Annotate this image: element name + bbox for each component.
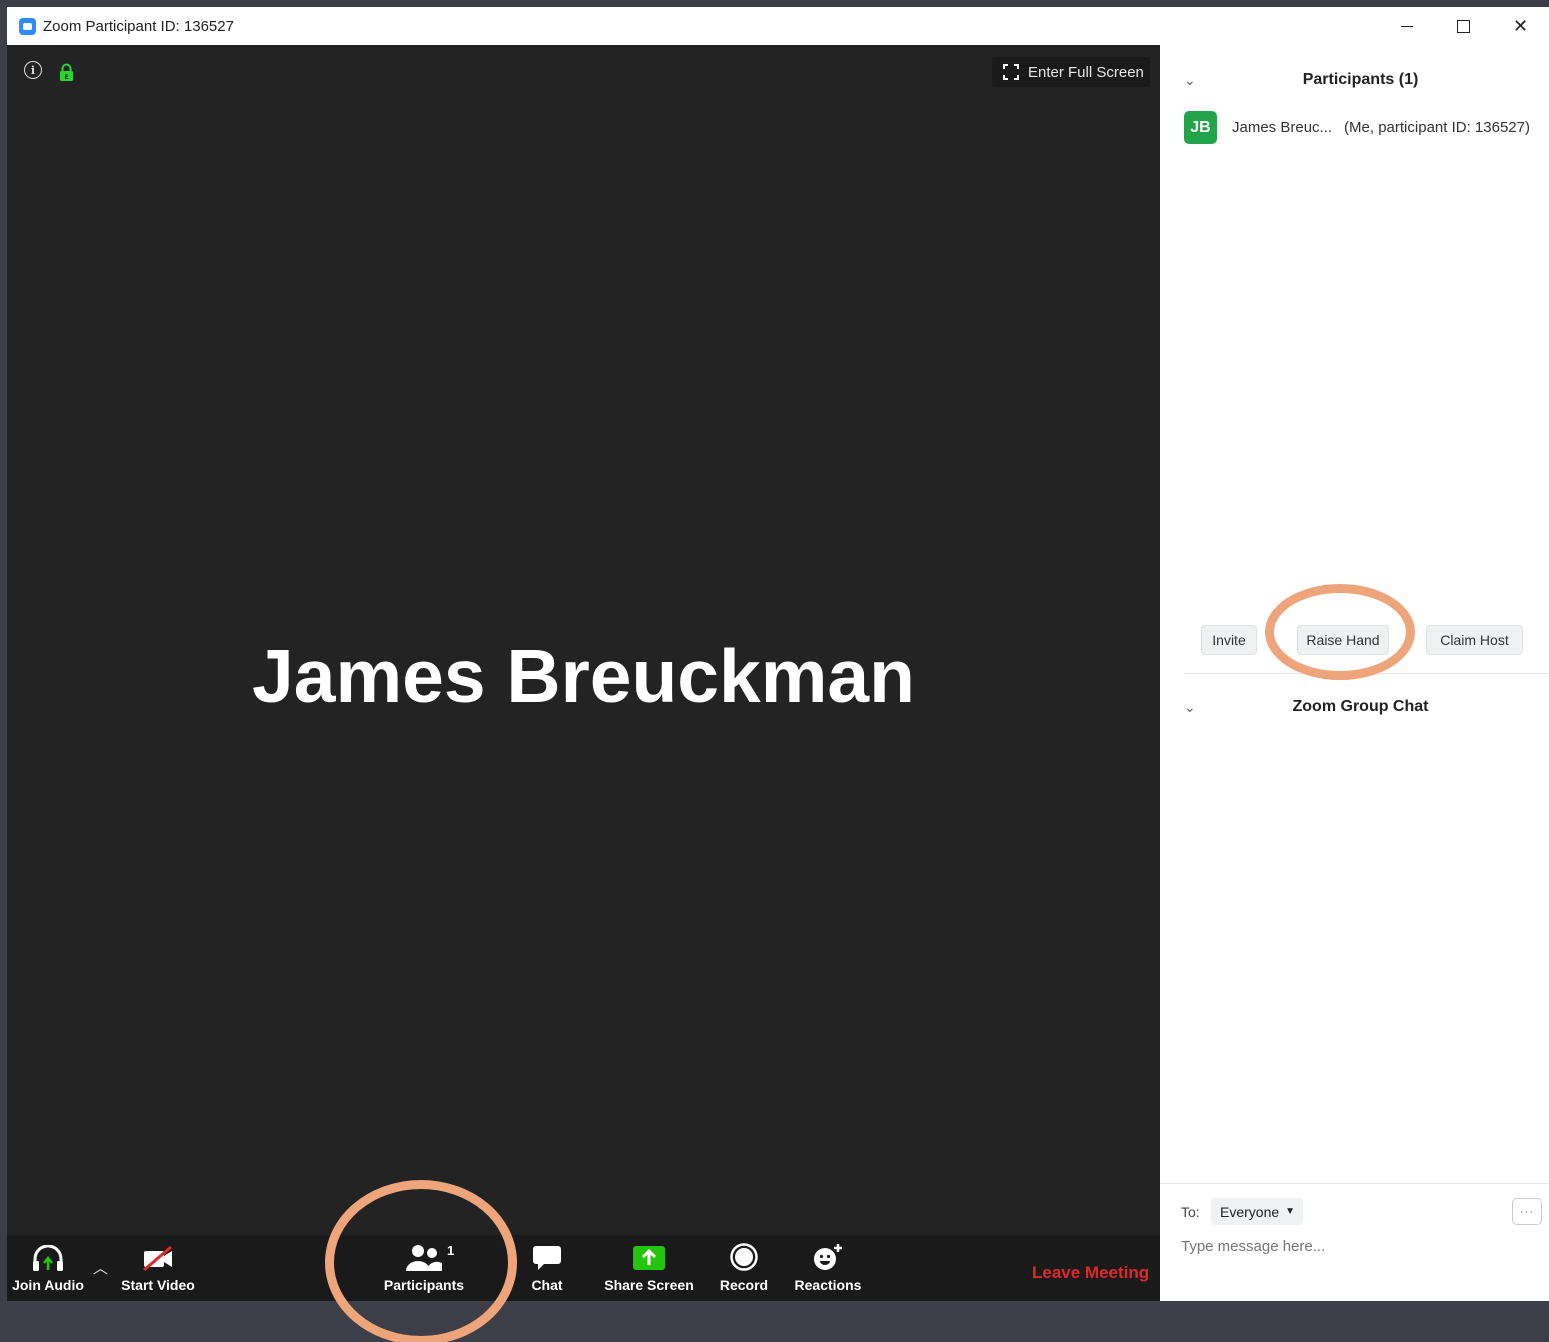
chat-button[interactable]: Chat [524, 1235, 570, 1301]
claim-host-button[interactable]: Claim Host [1426, 625, 1523, 655]
fullscreen-icon [1003, 64, 1019, 80]
participants-panel-title: Participants (1) [1302, 71, 1419, 88]
invite-button[interactable]: Invite [1201, 625, 1257, 655]
record-icon [730, 1243, 758, 1271]
more-options-button[interactable]: ··· [1512, 1198, 1542, 1225]
close-button[interactable]: ✕ [1492, 7, 1549, 45]
audio-options-caret-icon[interactable]: ︿ [93, 1257, 108, 1278]
share-screen-button[interactable]: Share Screen [604, 1235, 694, 1301]
participant-name: James Breuc... [1232, 119, 1333, 136]
chat-label: Chat [531, 1277, 563, 1293]
group-chat-title: Zoom Group Chat [1292, 698, 1429, 715]
participants-highlight-ring [325, 1180, 517, 1342]
window-controls: ✕ [1378, 7, 1549, 45]
maximize-button[interactable] [1435, 7, 1492, 45]
video-off-icon [143, 1245, 172, 1271]
info-icon[interactable]: i [24, 61, 42, 79]
participant-row[interactable]: JB James Breuc... (Me, participant ID: 1… [1184, 111, 1530, 144]
collapse-participants-chevron-icon[interactable]: ⌄ [1184, 72, 1196, 89]
avatar: JB [1184, 111, 1217, 144]
to-label: To: [1181, 1204, 1200, 1220]
collapse-chat-chevron-icon[interactable]: ⌄ [1184, 699, 1196, 716]
chevron-down-icon: ▼ [1285, 1206, 1296, 1217]
svg-text:E: E [64, 74, 68, 81]
meeting-toolbar: Join Audio ︿ Start Video Participants 1 … [7, 1235, 1160, 1301]
title-bar: Zoom Participant ID: 136527 ✕ [7, 7, 1549, 45]
share-screen-icon [633, 1246, 665, 1270]
chat-bubble-icon [533, 1246, 561, 1270]
reactions-label: Reactions [794, 1277, 862, 1293]
reactions-button[interactable]: Reactions [792, 1235, 864, 1301]
speaker-name: James Breuckman [252, 634, 915, 718]
join-audio-button[interactable]: Join Audio [10, 1235, 86, 1301]
share-screen-label: Share Screen [604, 1277, 694, 1293]
recipient-select[interactable]: Everyone ▼ [1211, 1198, 1303, 1225]
join-audio-label: Join Audio [12, 1277, 84, 1293]
minimize-button[interactable] [1378, 7, 1435, 45]
participants-panel-header: ⌄ Participants (1) [1160, 65, 1549, 95]
raise-hand-highlight-ring [1265, 584, 1415, 680]
start-video-button[interactable]: Start Video [117, 1235, 199, 1301]
window-title: Zoom Participant ID: 136527 [43, 17, 234, 35]
zoom-app-icon [19, 17, 36, 35]
recipient-value: Everyone [1220, 1203, 1280, 1220]
participant-tag: (Me, participant ID: 136527) [1344, 119, 1530, 136]
fullscreen-label: Enter Full Screen [1028, 63, 1144, 81]
headphones-icon [33, 1245, 63, 1271]
group-chat-header: ⌄ Zoom Group Chat [1160, 692, 1549, 722]
record-label: Record [719, 1277, 769, 1293]
lock-icon[interactable]: E [59, 63, 74, 81]
reactions-smiley-icon [814, 1244, 842, 1270]
meeting-view: i E Enter Full Screen James Breuckman Jo… [7, 45, 1160, 1301]
record-button[interactable]: Record [717, 1235, 771, 1301]
start-video-label: Start Video [121, 1277, 195, 1293]
chat-input-divider [1160, 1183, 1549, 1184]
chat-message-input[interactable] [1181, 1238, 1481, 1255]
enter-full-screen-button[interactable]: Enter Full Screen [992, 57, 1150, 87]
leave-meeting-button[interactable]: Leave Meeting [1032, 1263, 1149, 1283]
